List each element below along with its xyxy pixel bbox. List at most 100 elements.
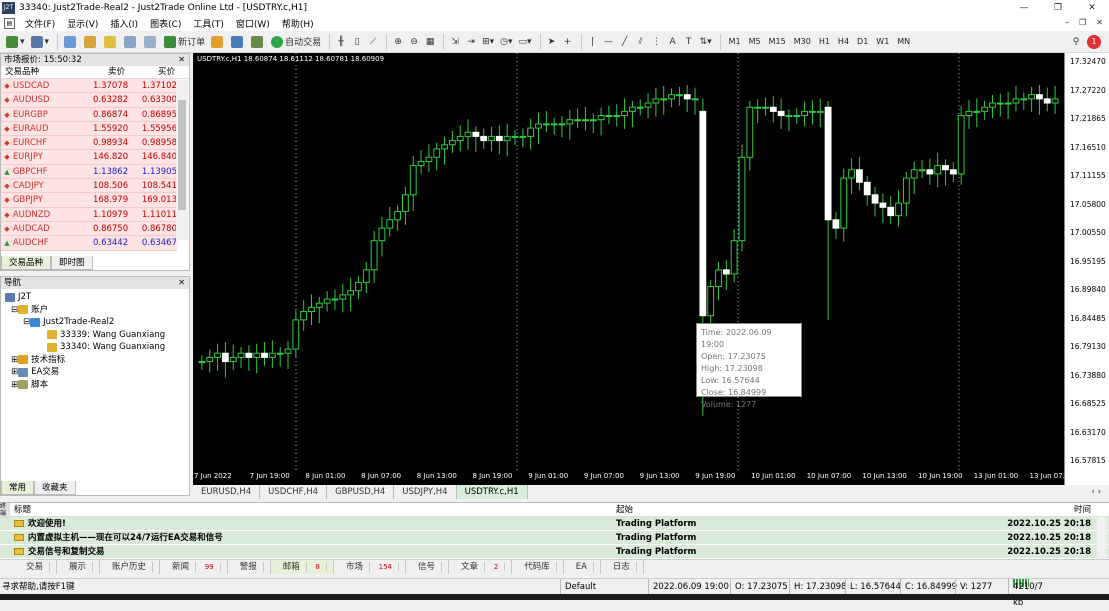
terminal-tab[interactable]: 邮箱 8 xyxy=(270,560,334,574)
market-watch-row[interactable]: ◆ EURGBP 0.86874 0.86895 xyxy=(1,107,177,122)
mail-row[interactable]: 内置虚拟主机——现在可以24/7运行EA交易和信号 Trading Platfo… xyxy=(0,531,1109,545)
terminal-tab[interactable]: 展示 xyxy=(57,560,101,574)
profiles-icon[interactable]: ▾ xyxy=(29,33,52,51)
terminal-tab[interactable]: 日志 xyxy=(601,560,644,574)
terminal-tab[interactable]: 账户历史 xyxy=(100,560,161,574)
terminal-tab[interactable]: 警报 xyxy=(228,560,271,574)
price-chart[interactable]: USDTRY.c,H1 18.60874 18.61112 18.60781 1… xyxy=(193,53,1070,485)
templates-icon[interactable]: ▭▾ xyxy=(517,33,534,51)
timeframe-h4[interactable]: H4 xyxy=(834,37,853,46)
time-axis[interactable]: 7 Jun 2022 7 Jun 19:00 8 Jun 01:00 8 Jun 07… xyxy=(193,470,1074,484)
column-ask[interactable]: 买价 xyxy=(125,66,175,78)
menu-charts[interactable]: 图表(C) xyxy=(144,17,187,30)
candle-chart-icon[interactable]: ▯ xyxy=(350,33,364,51)
period-icon[interactable]: ◷▾ xyxy=(498,33,514,51)
candlestick-chart[interactable] xyxy=(193,53,1064,470)
column-bid[interactable]: 卖价 xyxy=(71,66,125,78)
close-button[interactable]: ✕ xyxy=(1075,0,1109,16)
timeframe-mn[interactable]: MN xyxy=(893,37,914,46)
timeframe-m1[interactable]: M1 xyxy=(725,37,745,46)
search-icon[interactable]: ⚲ xyxy=(1069,33,1083,51)
tree-server[interactable]: ⊟ Just2Trade-Real2 xyxy=(5,316,189,329)
timeframe-w1[interactable]: W1 xyxy=(872,37,893,46)
navigator-icon[interactable] xyxy=(102,33,120,51)
horizontal-line-icon[interactable]: — xyxy=(602,33,616,51)
terminal-scrollbar[interactable] xyxy=(1097,517,1107,559)
tree-indicators[interactable]: ⊞ 技术指标 xyxy=(5,354,189,367)
column-title[interactable]: 标题 xyxy=(0,503,612,516)
status-profile[interactable]: Default xyxy=(560,579,596,595)
community-icon[interactable] xyxy=(229,33,247,51)
terminal-side-tab[interactable]: 终端 xyxy=(0,503,10,518)
minimize-button[interactable]: — xyxy=(1007,0,1041,16)
zoom-in-icon[interactable]: ⊕ xyxy=(391,33,405,51)
signals-icon[interactable] xyxy=(249,33,267,51)
document-icon[interactable]: ▤ xyxy=(4,18,15,29)
channel-icon[interactable]: ⫽ xyxy=(634,33,648,51)
menu-insert[interactable]: 插入(I) xyxy=(104,17,144,30)
chart-tab-active[interactable]: USDTRY.c,H1 xyxy=(456,485,528,499)
chart-tab[interactable]: EURUSD,H4 xyxy=(193,485,261,499)
tree-account-2[interactable]: 33340: Wang Guanxiang xyxy=(5,341,189,354)
column-source[interactable]: 起始 xyxy=(612,503,999,516)
close-icon[interactable]: ✕ xyxy=(178,54,185,66)
terminal-icon[interactable] xyxy=(122,33,140,51)
tree-experts[interactable]: ⊞ EA交易 xyxy=(5,366,189,379)
tab-favorites[interactable]: 收藏夹 xyxy=(34,481,76,495)
column-symbol[interactable]: 交易品种 xyxy=(1,66,71,78)
bar-chart-icon[interactable]: ╫ xyxy=(334,33,348,51)
terminal-tab[interactable]: 信号 xyxy=(406,560,449,574)
market-watch-row[interactable]: ◆ EURCHF 0.98934 0.98958 xyxy=(1,136,177,151)
timeframe-m5[interactable]: M5 xyxy=(745,37,765,46)
label-icon[interactable]: T xyxy=(682,33,696,51)
terminal-tab[interactable]: 新闻 99 xyxy=(160,560,228,574)
tree-account-1[interactable]: 33339: Wang Guanxiang xyxy=(5,329,189,342)
market-watch-scrollbar[interactable] xyxy=(176,80,188,240)
chart-tab[interactable]: USDJPY,H4 xyxy=(394,485,457,499)
column-time[interactable]: 时间 xyxy=(999,503,1093,516)
tab-tick-chart[interactable]: 即时图 xyxy=(51,256,93,270)
meta-editor-icon[interactable] xyxy=(209,33,227,51)
price-axis[interactable]: 17.32470 17.27220 17.21865 17.16510 17.11155… xyxy=(1064,53,1109,485)
new-chart-icon[interactable]: ▾ xyxy=(4,33,27,51)
mdi-restore-button[interactable]: ❐ xyxy=(1079,18,1086,27)
notification-icon[interactable]: 1 xyxy=(1087,34,1101,49)
market-watch-row[interactable]: ◆ AUDCAD 0.86750 0.86780 xyxy=(1,221,177,237)
market-watch-row[interactable]: ◆ GBPJPY 168.979 169.013 xyxy=(1,193,177,208)
mdi-close-button[interactable]: ✕ xyxy=(1096,18,1103,27)
chart-tab[interactable]: GBPUSD,H4 xyxy=(327,485,395,499)
timeframe-m15[interactable]: M15 xyxy=(765,37,790,46)
cursor-icon[interactable]: ➤ xyxy=(545,33,559,51)
arrows-icon[interactable]: ⇅▾ xyxy=(698,33,714,51)
terminal-tab[interactable]: 市场 154 xyxy=(334,560,406,574)
menu-view[interactable]: 显示(V) xyxy=(61,17,104,30)
restore-button[interactable]: ❐ xyxy=(1041,0,1075,16)
terminal-tab[interactable]: 代码库 xyxy=(512,560,564,574)
trendline-icon[interactable]: ╱ xyxy=(618,33,632,51)
text-icon[interactable]: A xyxy=(666,33,680,51)
line-chart-icon[interactable]: ⟋ xyxy=(366,33,380,51)
timeframe-h1[interactable]: H1 xyxy=(815,37,834,46)
tree-scripts[interactable]: ⊞ 脚本 xyxy=(5,379,189,392)
auto-scroll-icon[interactable]: ⇲ xyxy=(448,33,462,51)
chart-shift-icon[interactable]: ⇥ xyxy=(464,33,478,51)
mail-row[interactable]: 交易信号和复制交易 Trading Platform 2022.10.25 20… xyxy=(0,545,1109,559)
market-watch-row[interactable]: ◆ AUDUSD 0.63282 0.63300 xyxy=(1,93,177,108)
fibonacci-icon[interactable]: ⋮ xyxy=(650,33,664,51)
tab-scroll-arrows[interactable]: ‹ › xyxy=(1083,485,1109,499)
new-order-button[interactable]: 新订单 xyxy=(162,33,207,51)
indicators-icon[interactable]: ⊞▾ xyxy=(480,33,496,51)
market-watch-row[interactable]: ◆ CADJPY 108.506 108.541 xyxy=(1,179,177,194)
market-watch-row[interactable]: ▲ GBPCHF 1.13862 1.13905 xyxy=(1,164,177,180)
market-watch-row[interactable]: ◆ AUDNZD 1.10979 1.11011 xyxy=(1,207,177,222)
mdi-minimize-button[interactable]: – xyxy=(1065,18,1069,27)
zoom-out-icon[interactable]: ⊖ xyxy=(407,33,421,51)
market-watch-icon[interactable] xyxy=(62,33,80,51)
menu-help[interactable]: 帮助(H) xyxy=(276,17,320,30)
tab-common[interactable]: 常用 xyxy=(1,481,35,495)
close-icon[interactable]: ✕ xyxy=(178,277,185,289)
tile-windows-icon[interactable]: ▦ xyxy=(423,33,437,51)
market-watch-row[interactable]: ◆ USDCAD 1.37078 1.37102 xyxy=(1,79,177,94)
market-watch-row[interactable]: ◆ EURAUD 1.55920 1.55956 xyxy=(1,121,177,137)
vertical-line-icon[interactable]: | xyxy=(586,33,600,51)
